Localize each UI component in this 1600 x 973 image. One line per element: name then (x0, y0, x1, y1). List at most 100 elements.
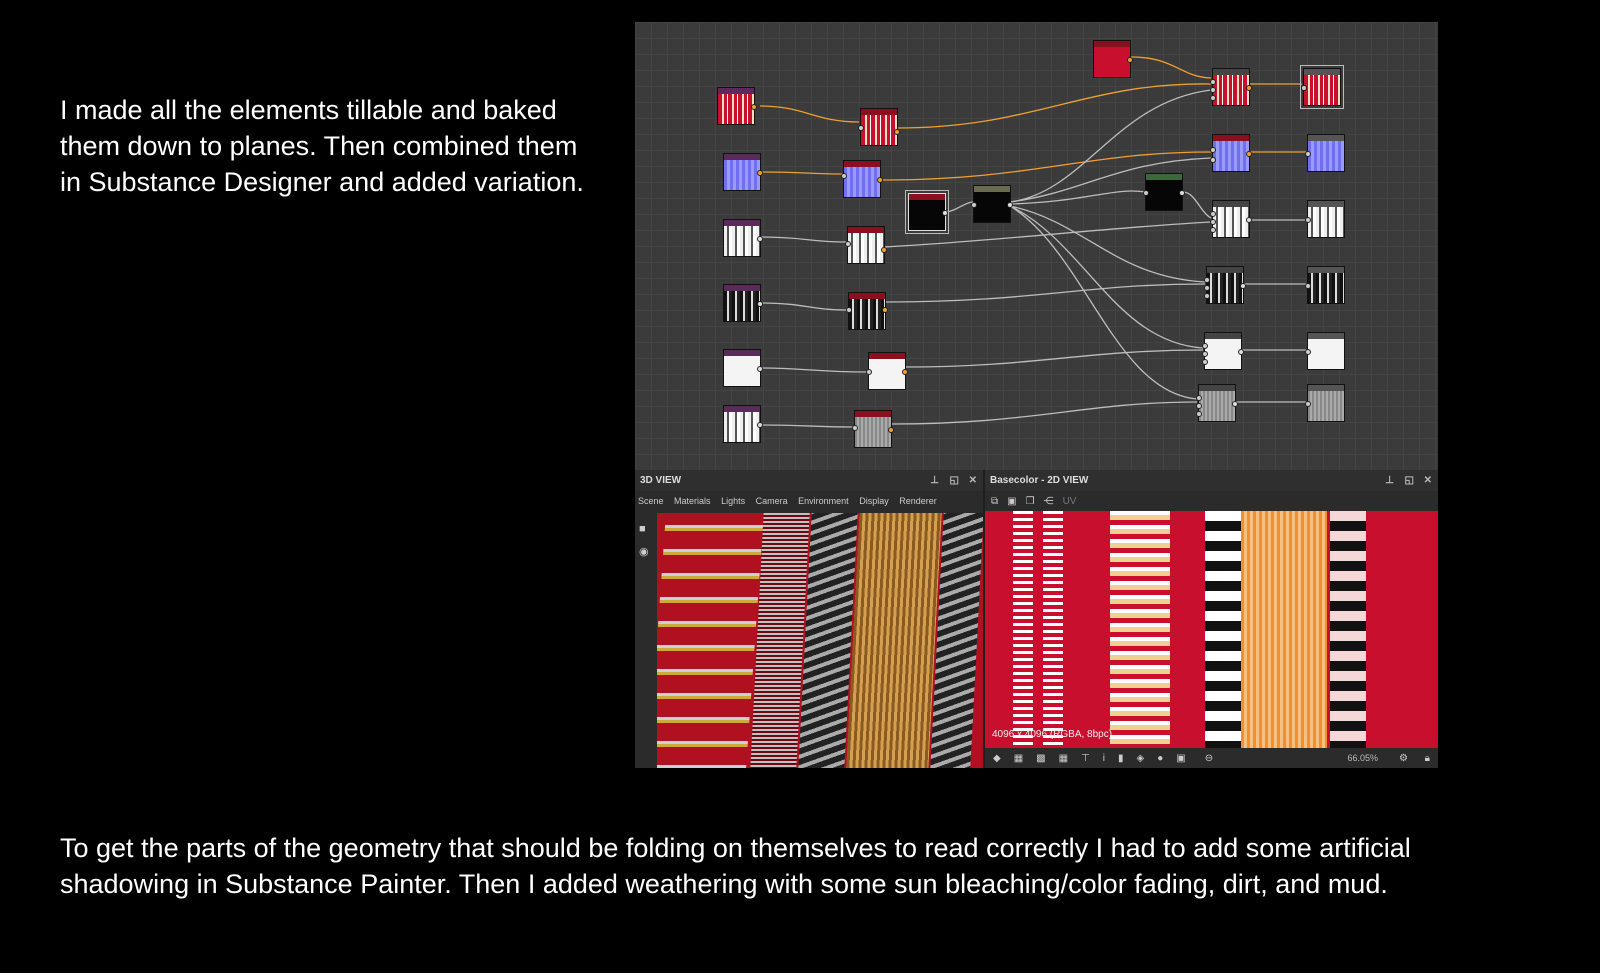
node-bitmap-3[interactable] (723, 219, 763, 257)
node-output-height[interactable] (1305, 332, 1345, 370)
checker-icon[interactable]: ▦ (1014, 753, 1023, 764)
node-bitmap-5[interactable] (723, 349, 763, 387)
uv-dropdown[interactable]: UV (1063, 496, 1077, 507)
color-icon[interactable]: ▩ (1036, 753, 1045, 764)
camera-icon[interactable]: ■ (639, 523, 653, 535)
grid-icon[interactable]: ▦ (1059, 753, 1068, 764)
picker-icon[interactable]: ◈ (1137, 753, 1145, 764)
wire (759, 367, 868, 373)
node-blend-4[interactable] (1202, 332, 1244, 370)
wire (904, 349, 1204, 368)
wire (944, 201, 974, 213)
node-bitmap-2[interactable] (723, 153, 763, 191)
save-icon[interactable]: ▣ (1007, 496, 1016, 507)
woven-strip (845, 513, 943, 768)
light-bulb-icon[interactable]: ◉ (639, 545, 653, 558)
node-transform-2[interactable] (841, 160, 883, 198)
wire (1182, 191, 1212, 219)
resolution-label: 4096 x 4096 (RGBA, 8bpc) (992, 729, 1113, 740)
wire (759, 424, 854, 428)
node-bitmap-1[interactable] (717, 87, 757, 125)
zigzag-strip-2 (1043, 511, 1063, 748)
2d-viewport[interactable]: 4096 x 4096 (RGBA, 8bpc) (985, 511, 1438, 748)
pin-icon[interactable]: ⊥ (1385, 470, 1394, 491)
layers-icon[interactable]: ◆ (993, 753, 1001, 764)
wire (884, 283, 1206, 303)
3d-viewport[interactable] (657, 513, 983, 768)
3d-view-side-toolbar: ■ ◉ (635, 513, 657, 768)
wire (759, 236, 847, 243)
menu-camera[interactable]: Camera (756, 496, 788, 506)
node-output-normal[interactable] (1305, 134, 1345, 172)
3d-view-title-text: 3D VIEW (640, 475, 682, 486)
geometric-strip-2 (1330, 511, 1366, 748)
pin-icon[interactable]: ⊥ (930, 470, 939, 491)
braid-strip-2d (1110, 511, 1170, 748)
menu-lights[interactable]: Lights (721, 496, 745, 506)
3d-view-menubar: Scene Materials Lights Camera Environmen… (635, 491, 983, 511)
maximize-icon[interactable]: ◱ (950, 470, 959, 491)
node-blur[interactable] (971, 185, 1013, 223)
node-transform-1[interactable] (858, 108, 900, 146)
wire (759, 302, 848, 311)
2d-view-title-text: Basecolor - 2D VIEW (990, 475, 1089, 486)
view-icon[interactable]: ⧉ (991, 496, 998, 507)
node-levels[interactable] (1143, 173, 1185, 211)
node-transform-6[interactable] (852, 410, 894, 448)
menu-renderer[interactable]: Renderer (899, 496, 937, 506)
node-graph[interactable] (635, 22, 1438, 470)
caption-bottom: To get the parts of the geometry that sh… (60, 833, 1411, 899)
2d-view-toolbar: ⧉ ▣ ❐ ⋲ UV (985, 491, 1438, 511)
wire (759, 105, 860, 123)
woven-strip-2d (1241, 511, 1327, 748)
node-transform-5[interactable] (866, 352, 908, 390)
close-icon[interactable]: ✕ (1424, 470, 1432, 491)
2d-view-panel: Basecolor - 2D VIEW ⊥ ◱ ✕ ⧉ ▣ ❐ ⋲ UV 409… (985, 470, 1438, 768)
info-icon[interactable]: i (1103, 753, 1105, 764)
node-output-basecolor[interactable] (1300, 65, 1344, 109)
node-blend-2[interactable] (1210, 200, 1252, 238)
node-transform-4[interactable] (846, 292, 888, 330)
gear-icon[interactable]: ⚙ (1399, 753, 1408, 764)
wire (759, 171, 843, 175)
menu-scene[interactable]: Scene (638, 496, 664, 506)
braid-strip (657, 513, 766, 768)
close-icon[interactable]: ✕ (969, 470, 977, 491)
node-transform-3[interactable] (845, 226, 887, 264)
transform-icon[interactable]: ⊤ (1081, 753, 1090, 764)
copy-icon[interactable]: ❐ (1026, 496, 1035, 507)
node-uniform-color[interactable] (905, 190, 949, 234)
fit-icon[interactable]: ▣ (1176, 753, 1185, 764)
node-output-roughness[interactable] (1305, 200, 1345, 238)
node-bitmap-4[interactable] (723, 284, 763, 322)
lock-icon[interactable]: 🔒︎ (1425, 753, 1430, 764)
wire (1130, 56, 1212, 79)
color-wheel-icon[interactable]: ● (1157, 753, 1163, 764)
substance-designer-screenshot: 3D VIEW ⊥ ◱ ✕ Scene Materials Lights Cam… (635, 22, 1438, 768)
wire (890, 401, 1198, 425)
caption-top: I made all the elements tillable and bak… (60, 95, 584, 197)
node-blend-1[interactable] (1210, 68, 1252, 106)
node-blend-3[interactable] (1204, 266, 1246, 304)
histogram-icon[interactable]: ▮ (1118, 753, 1124, 764)
2d-view-bottombar: ◆ ▦ ▩ ▦ ⊤ i ▮ ◈ ● ▣ ⊖ 66.05% ⚙ 🔒︎ (985, 748, 1438, 768)
menu-environment[interactable]: Environment (798, 496, 849, 506)
node-uniform-color-red[interactable] (1093, 40, 1133, 78)
wire (896, 83, 1212, 129)
node-output-ambient-occlusion[interactable] (1305, 384, 1345, 422)
share-icon[interactable]: ⋲ (1044, 496, 1054, 507)
3d-view-panel: 3D VIEW ⊥ ◱ ✕ Scene Materials Lights Cam… (635, 470, 983, 768)
node-height-normal-blender[interactable] (1210, 134, 1252, 172)
2d-view-title: Basecolor - 2D VIEW ⊥ ◱ ✕ (985, 470, 1438, 491)
node-output-metallic[interactable] (1305, 266, 1345, 304)
zigzag-strip-1 (1013, 511, 1033, 748)
zoom-out-icon[interactable]: ⊖ (1205, 753, 1213, 764)
zoom-level[interactable]: 66.05% (1347, 753, 1378, 763)
menu-display[interactable]: Display (859, 496, 889, 506)
menu-materials[interactable]: Materials (674, 496, 711, 506)
wire (1009, 205, 1206, 283)
geometric-strip-1 (1205, 511, 1241, 748)
node-bitmap-6[interactable] (723, 405, 763, 443)
node-blend-5[interactable] (1196, 384, 1238, 422)
maximize-icon[interactable]: ◱ (1405, 470, 1414, 491)
